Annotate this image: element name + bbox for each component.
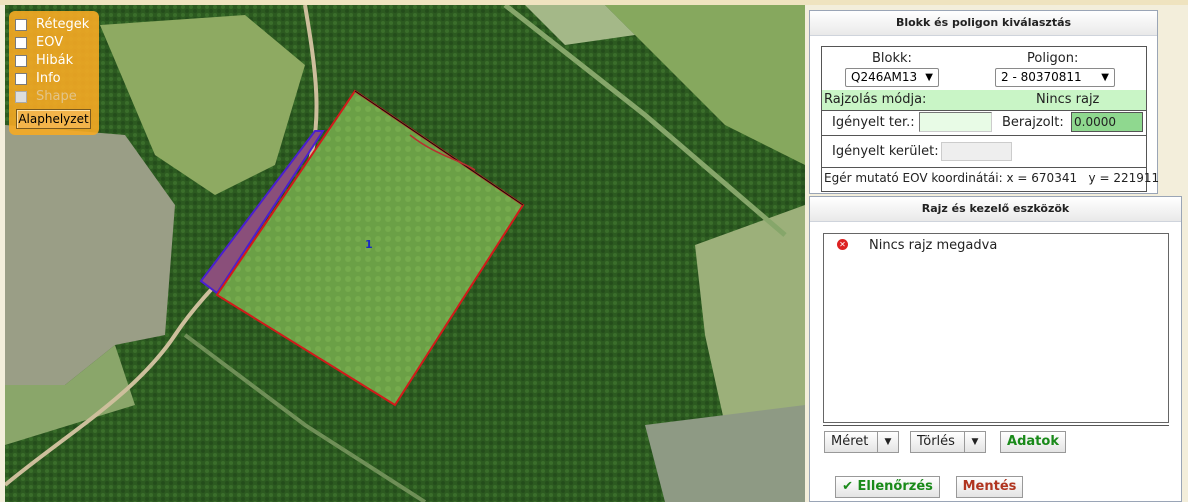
checkbox [15, 91, 27, 103]
divider [822, 167, 1146, 168]
layer-label: Shape [36, 89, 77, 104]
drawing-list: ✕ Nincs rajz megadva [823, 233, 1169, 423]
drawing-mode-row: Rajzolás módja: Nincs rajz [822, 90, 1146, 110]
map-view[interactable]: 1 [5, 5, 805, 502]
layer-label: Rétegek [36, 17, 90, 32]
chevron-down-icon[interactable]: ▼ [877, 432, 898, 452]
chevron-down-icon: ▼ [1101, 72, 1109, 83]
drawing-mode-value: Nincs rajz [1036, 92, 1100, 107]
coord-y: y = 221911 [1088, 171, 1160, 185]
divider [822, 135, 1146, 136]
layer-hibak[interactable]: Hibák [15, 53, 73, 69]
requested-area-input[interactable] [919, 112, 992, 132]
check-label: Ellenőrzés [857, 479, 933, 494]
layer-eov[interactable]: EOV [15, 35, 63, 51]
requested-perimeter-input [941, 142, 1012, 161]
blokk-label: Blokk: [872, 51, 912, 66]
check-button[interactable]: ✔ Ellenőrzés [835, 476, 940, 498]
selection-table: Blokk: Poligon: Q246AM13 ▼ 2 - 80370811 ▼ … [821, 46, 1159, 192]
layer-label: EOV [36, 35, 64, 50]
requested-perimeter-label: Igényelt kerület: [832, 144, 939, 159]
poligon-label: Poligon: [1027, 51, 1079, 66]
coord-x: x = 670341 [1006, 171, 1078, 185]
layer-control: Rétegek EOV Hibák Info Shape Alaphelyzet [9, 11, 99, 135]
checkbox[interactable] [15, 19, 27, 31]
blokk-value: Q246AM13 [851, 70, 918, 84]
delete-label: Törlés [917, 434, 955, 449]
size-button[interactable]: Méret ▼ [824, 431, 899, 453]
tools-panel: Rajz és kezelő eszközök ✕ Nincs rajz meg… [809, 196, 1182, 502]
poligon-select[interactable]: 2 - 80370811 ▼ [995, 68, 1115, 87]
layer-shape: Shape [15, 89, 77, 105]
drawn-label: Berajzolt: [1002, 115, 1064, 130]
no-drawing-message: Nincs rajz megadva [869, 238, 998, 253]
data-button[interactable]: Adatok [1000, 431, 1066, 453]
panel-title: Rajz és kezelő eszközök [810, 197, 1181, 222]
chevron-down-icon[interactable]: ▼ [964, 432, 985, 452]
eov-coordinates: Egér mutató EOV koordinátái: x = 670341 … [824, 171, 1159, 185]
layer-retegek[interactable]: Rétegek [15, 17, 89, 33]
drawing-mode-label: Rajzolás módja: [824, 92, 927, 107]
selection-panel: Blokk és poligon kiválasztás Blokk: Poli… [809, 10, 1159, 194]
save-button[interactable]: Mentés [956, 476, 1023, 498]
polygon-number-label: 1 [365, 238, 373, 251]
size-label: Méret [831, 434, 869, 449]
requested-area-label: Igényelt ter.: [832, 115, 915, 130]
aerial-map[interactable]: 1 [5, 5, 805, 502]
layer-label: Info [36, 71, 61, 86]
reset-button[interactable]: Alaphelyzet [16, 109, 91, 129]
drawn-value-field: 0.0000 [1071, 112, 1143, 132]
blokk-select[interactable]: Q246AM13 ▼ [845, 68, 939, 87]
panel-title: Blokk és poligon kiválasztás [810, 11, 1157, 36]
error-icon: ✕ [837, 239, 848, 250]
checkbox[interactable] [15, 55, 27, 67]
layer-info[interactable]: Info [15, 71, 61, 87]
poligon-value: 2 - 80370811 [1001, 70, 1082, 84]
divider [823, 425, 1169, 426]
checkbox[interactable] [15, 37, 27, 49]
layer-label: Hibák [36, 53, 74, 68]
checkbox[interactable] [15, 73, 27, 85]
chevron-down-icon: ▼ [925, 72, 933, 83]
checkmark-icon: ✔ [842, 479, 858, 494]
divider [822, 110, 1146, 111]
coords-label: Egér mutató EOV koordinátái: [824, 171, 1003, 185]
delete-button[interactable]: Törlés ▼ [910, 431, 986, 453]
